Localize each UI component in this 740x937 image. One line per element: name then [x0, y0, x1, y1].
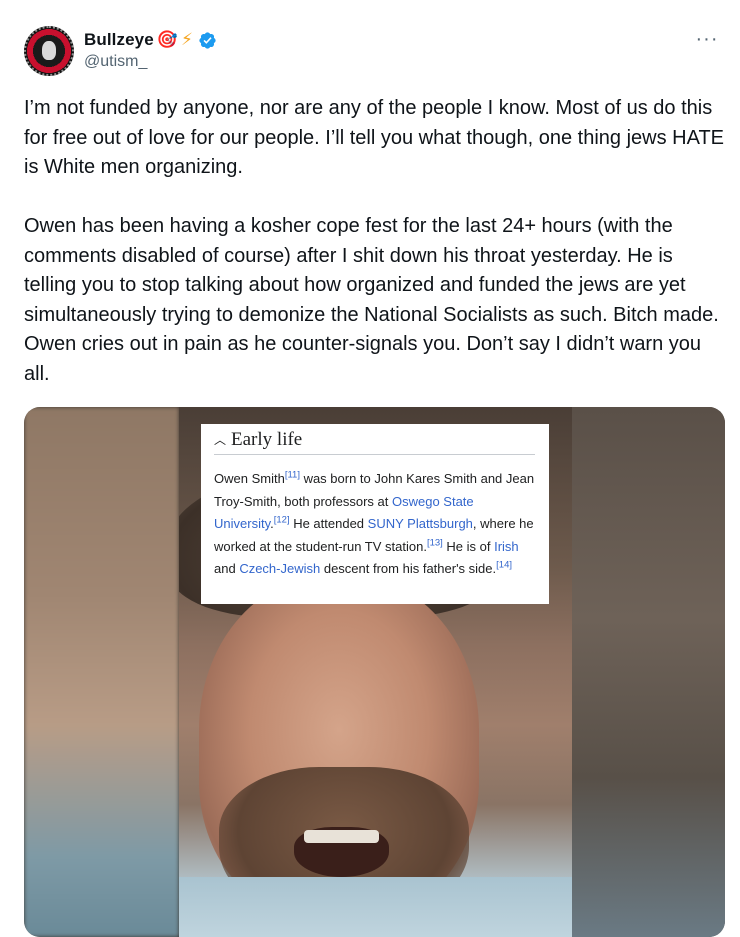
- teeth: [304, 830, 379, 843]
- display-name[interactable]: Bullzeye: [84, 30, 154, 50]
- wiki-text: He attended: [289, 516, 368, 531]
- avatar[interactable]: [24, 26, 74, 76]
- name-row: Bullzeye 🎯 ⚡: [84, 29, 217, 51]
- wiki-link-suny: SUNY Plattsburgh: [367, 516, 473, 531]
- citation: [14]: [496, 559, 512, 571]
- bolt-emoji: ⚡: [180, 30, 193, 50]
- citation: [12]: [273, 514, 290, 526]
- user-handle[interactable]: @utism_: [84, 53, 217, 71]
- wiki-text: Owen Smith: [214, 471, 285, 486]
- wiki-text: and: [214, 561, 240, 576]
- wiki-heading: Early life: [231, 429, 303, 450]
- tweet-text: I’m not funded by anyone, nor are any of…: [24, 97, 725, 385]
- wiki-link-irish: Irish: [494, 538, 519, 554]
- blurred-background-right: [572, 407, 725, 937]
- blurred-background-left: [24, 407, 179, 937]
- hoodie: [179, 877, 572, 937]
- wikipedia-excerpt: ︿ Early life Owen Smith[11] was born to …: [201, 424, 549, 604]
- wiki-link-czech-jewish: Czech-Jewish: [239, 561, 321, 576]
- tweet-header: Bullzeye 🎯 ⚡ @utism_ ···: [24, 26, 724, 78]
- avatar-face: [42, 41, 56, 60]
- wiki-heading-row: ︿ Early life: [214, 429, 535, 455]
- verified-badge-icon: [199, 31, 216, 49]
- wiki-text: descent from his father's side.: [320, 561, 497, 576]
- user-info: Bullzeye 🎯 ⚡ @utism_: [84, 29, 217, 71]
- wiki-paragraph: Owen Smith[11] was born to John Kares Sm…: [214, 468, 535, 581]
- chevron-up-icon: ︿: [214, 432, 227, 447]
- citation: [13]: [426, 537, 443, 549]
- tweet-media[interactable]: ︿ Early life Owen Smith[11] was born to …: [24, 407, 725, 937]
- citation: [11]: [284, 469, 300, 481]
- more-icon[interactable]: ···: [690, 28, 724, 51]
- wiki-text: He is of: [442, 538, 495, 554]
- target-emoji: 🎯: [156, 30, 178, 50]
